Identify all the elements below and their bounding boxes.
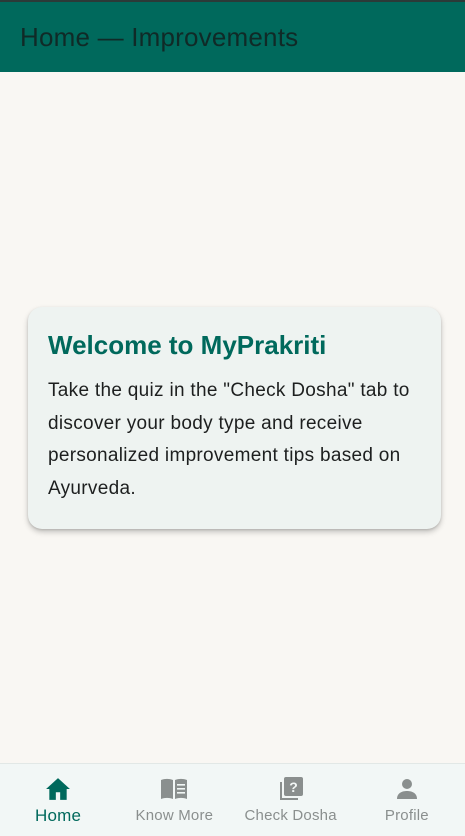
bottom-navigation: Home Know More ? Check Dosha Profile (0, 763, 465, 836)
app-bar: Home — Improvements (0, 2, 465, 72)
nav-label-know-more: Know More (135, 807, 214, 824)
nav-label-check-dosha: Check Dosha (244, 807, 337, 824)
quiz-icon: ? (277, 776, 305, 802)
nav-label-home: Home (35, 806, 82, 825)
app-screen: Home — Improvements Welcome to MyPrakrit… (0, 0, 465, 836)
svg-text:?: ? (289, 779, 298, 795)
person-icon (393, 776, 421, 802)
nav-item-check-dosha[interactable]: ? Check Dosha (233, 764, 349, 836)
book-icon (160, 776, 188, 802)
nav-item-know-more[interactable]: Know More (116, 764, 232, 836)
page-title: Home — Improvements (20, 21, 299, 52)
welcome-card: Welcome to MyPrakriti Take the quiz in t… (28, 307, 441, 529)
nav-item-profile[interactable]: Profile (349, 764, 465, 836)
nav-label-profile: Profile (384, 807, 429, 824)
welcome-title: Welcome to MyPrakriti (48, 330, 327, 360)
nav-item-home[interactable]: Home (0, 764, 116, 836)
welcome-message: Take the quiz in the "Check Dosha" tab t… (48, 380, 410, 499)
home-icon (44, 776, 72, 802)
